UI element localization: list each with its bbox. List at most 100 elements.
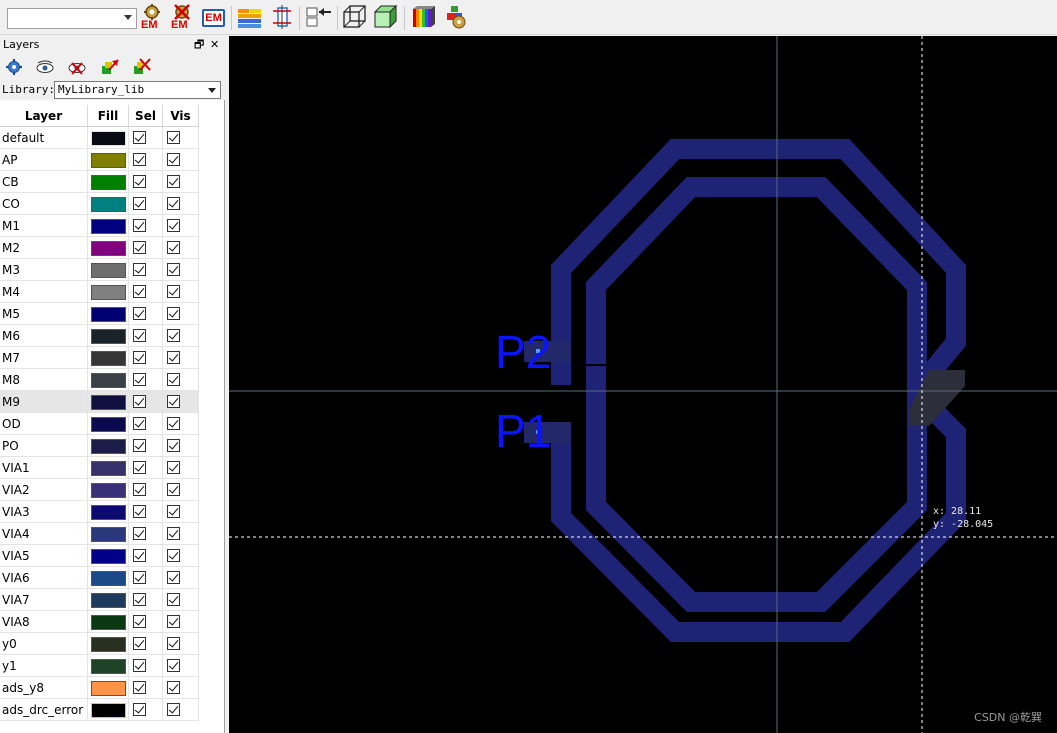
layer-fill-swatch[interactable] [91,483,126,498]
select-layer-button[interactable] [100,58,120,76]
layer-fill-swatch[interactable] [91,593,126,608]
close-panel-icon[interactable]: ✕ [210,38,219,52]
layer-row[interactable]: VIA1 [0,457,199,479]
layer-fill-cell[interactable] [88,435,129,456]
layer-fill-cell[interactable] [88,347,129,368]
layer-sel-checkbox[interactable] [133,307,146,320]
layer-row[interactable]: default [0,127,199,149]
layer-vis-checkbox[interactable] [167,681,180,694]
layer-fill-cell[interactable] [88,237,129,258]
layer-fill-swatch[interactable] [91,219,126,234]
layer-row[interactable]: VIA7 [0,589,199,611]
layer-row[interactable]: M3 [0,259,199,281]
column-header-layer[interactable]: Layer [0,105,88,126]
em-setup-button[interactable]: EM [140,4,166,31]
layer-vis-checkbox[interactable] [167,483,180,496]
layer-fill-swatch[interactable] [91,307,126,322]
layer-fill-cell[interactable] [88,699,129,720]
layer-vis-checkbox[interactable] [167,395,180,408]
layer-sel-checkbox[interactable] [133,439,146,452]
show-layer-button[interactable] [35,58,55,76]
layer-fill-cell[interactable] [88,193,129,214]
layer-fill-swatch[interactable] [91,549,126,564]
chevron-down-icon[interactable] [124,15,132,20]
layer-fill-cell[interactable] [88,413,129,434]
layer-vis-checkbox[interactable] [167,637,180,650]
layer-fill-swatch[interactable] [91,637,126,652]
layer-fill-cell[interactable] [88,589,129,610]
layer-sel-checkbox[interactable] [133,681,146,694]
port-arrow-button[interactable] [305,4,331,31]
layer-row[interactable]: VIA6 [0,567,199,589]
layer-vis-checkbox[interactable] [167,241,180,254]
layer-vis-checkbox[interactable] [167,703,180,716]
layer-row[interactable]: PO [0,435,199,457]
layer-vis-checkbox[interactable] [167,175,180,188]
layer-vis-checkbox[interactable] [167,329,180,342]
wireframe-view-button[interactable] [342,4,368,31]
layer-sel-checkbox[interactable] [133,373,146,386]
layer-vis-checkbox[interactable] [167,549,180,562]
layer-sel-checkbox[interactable] [133,527,146,540]
layer-row[interactable]: M4 [0,281,199,303]
layer-vis-checkbox[interactable] [167,527,180,540]
layer-vis-checkbox[interactable] [167,263,180,276]
layer-row[interactable]: ads_y8 [0,677,199,699]
layer-sel-checkbox[interactable] [133,417,146,430]
layer-row[interactable]: y0 [0,633,199,655]
layer-fill-cell[interactable] [88,303,129,324]
layer-fill-cell[interactable] [88,479,129,500]
layer-fill-swatch[interactable] [91,285,126,300]
layer-fill-swatch[interactable] [91,153,126,168]
layer-sel-checkbox[interactable] [133,549,146,562]
layer-row[interactable]: M1 [0,215,199,237]
layer-fill-cell[interactable] [88,611,129,632]
library-select[interactable]: MyLibrary_lib [54,81,221,99]
layer-fill-cell[interactable] [88,259,129,280]
layer-vis-checkbox[interactable] [167,131,180,144]
layer-fill-swatch[interactable] [91,373,126,388]
layer-sel-checkbox[interactable] [133,263,146,276]
layer-row[interactable]: VIA3 [0,501,199,523]
layer-vis-checkbox[interactable] [167,351,180,364]
layer-sel-checkbox[interactable] [133,659,146,672]
layer-row[interactable]: CB [0,171,199,193]
layer-sel-checkbox[interactable] [133,571,146,584]
layer-fill-cell[interactable] [88,677,129,698]
layer-sel-checkbox[interactable] [133,285,146,298]
layer-fill-swatch[interactable] [91,175,126,190]
layer-vis-checkbox[interactable] [167,505,180,518]
layer-fill-swatch[interactable] [91,659,126,674]
layer-fill-cell[interactable] [88,523,129,544]
layer-sel-checkbox[interactable] [133,505,146,518]
layer-fill-cell[interactable] [88,501,129,522]
layer-fill-cell[interactable] [88,545,129,566]
layer-fill-swatch[interactable] [91,527,126,542]
layer-fill-swatch[interactable] [91,241,126,256]
layer-row[interactable]: ads_drc_error [0,699,199,721]
solid-view-button[interactable] [373,4,399,31]
layer-fill-cell[interactable] [88,369,129,390]
layer-fill-swatch[interactable] [91,505,126,520]
layer-sel-checkbox[interactable] [133,461,146,474]
layer-sel-checkbox[interactable] [133,219,146,232]
layer-fill-cell[interactable] [88,325,129,346]
layer-row[interactable]: AP [0,149,199,171]
layer-sel-checkbox[interactable] [133,483,146,496]
layer-fill-swatch[interactable] [91,263,126,278]
layer-fill-swatch[interactable] [91,615,126,630]
layout-canvas[interactable]: P2 P1 x: 28.11 y: -28.045 CSDN @乾巽 [229,36,1057,733]
column-header-vis[interactable]: Vis [163,105,199,126]
color-map-button[interactable] [410,4,436,31]
layer-row[interactable]: M5 [0,303,199,325]
layer-row[interactable]: M8 [0,369,199,391]
layer-vis-checkbox[interactable] [167,197,180,210]
layer-vis-checkbox[interactable] [167,417,180,430]
layer-row[interactable]: VIA4 [0,523,199,545]
component-button[interactable] [442,4,468,31]
layer-stack-button[interactable] [237,4,263,31]
layer-fill-swatch[interactable] [91,351,126,366]
layer-vis-checkbox[interactable] [167,373,180,386]
layer-sel-checkbox[interactable] [133,637,146,650]
layer-row[interactable]: y1 [0,655,199,677]
